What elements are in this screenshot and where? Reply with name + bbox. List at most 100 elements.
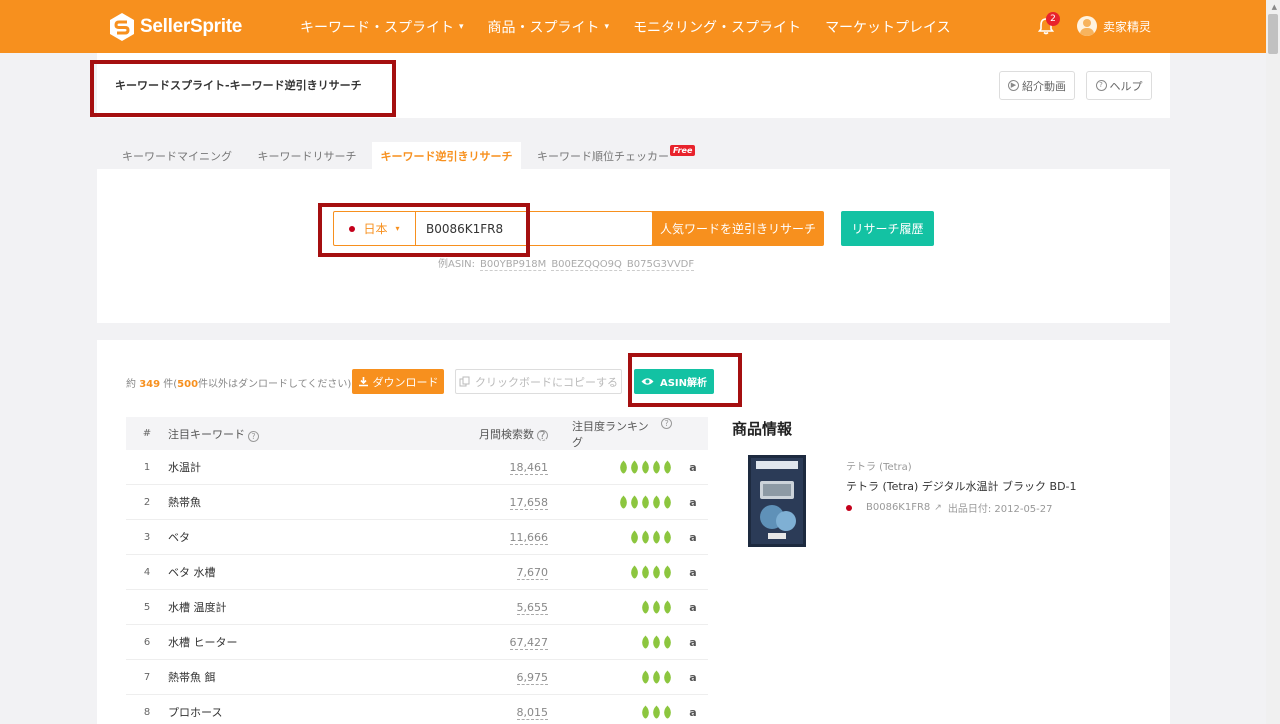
tab-keyword-mining[interactable]: キーワードマイニング — [112, 142, 242, 169]
nav-item-keyword-sprite[interactable]: キーワード・スプライト ▾ — [300, 17, 464, 37]
leaf-icon — [664, 565, 671, 579]
download-button[interactable]: ダウンロード — [352, 369, 444, 394]
example-asin-link[interactable]: B075G3VVDF — [626, 259, 695, 271]
help-circle-icon[interactable]: ? — [248, 430, 259, 442]
tab-reverse-asin[interactable]: キーワード逆引きリサーチ — [372, 142, 521, 169]
nav-item-monitoring-sprite[interactable]: モニタリング・スプライト — [633, 17, 801, 37]
tab-keyword-research[interactable]: キーワードリサーチ — [248, 142, 366, 169]
result-count: 約 349 件(500件以外はダンロードしてください) — [126, 375, 351, 390]
product-section-title: 商品情報 — [732, 420, 793, 438]
nav-item-product-sprite[interactable]: 商品・スプライト ▾ — [488, 17, 610, 37]
scrollbar-thumb[interactable] — [1268, 14, 1278, 54]
row-volume[interactable]: 5,655 — [516, 600, 548, 615]
example-asins: 例ASIN: B00YBP918M B00EZQQO9Q B075G3VVDF — [438, 255, 695, 271]
scrollbar[interactable]: ▲ — [1266, 0, 1280, 724]
page-title: キーワードスプライト-キーワード逆引きリサーチ — [115, 79, 362, 92]
row-keyword[interactable]: 熱帯魚 餌 — [168, 669, 418, 685]
leaf-icon — [620, 460, 627, 474]
row-volume[interactable]: 11,666 — [509, 530, 548, 545]
tab-rank-checker[interactable]: キーワード順位チェッカー — [527, 142, 679, 169]
col-rank-label: 注目度ランキング — [572, 419, 649, 449]
product-meta: B0086K1FR8 ↗ 出品日付: 2012-05-27 — [846, 500, 1053, 515]
logo-text: SellerSprite — [140, 16, 243, 37]
product-asin[interactable]: B0086K1FR8 — [866, 502, 930, 513]
japan-flag-icon — [349, 225, 356, 232]
row-keyword[interactable]: ベタ 水槽 — [168, 564, 418, 580]
col-rank-header[interactable]: 注目度ランキング? — [548, 417, 678, 450]
row-volume[interactable]: 6,975 — [516, 670, 548, 685]
row-keyword[interactable]: ベタ — [168, 529, 418, 545]
user-menu[interactable]: 卖家精灵 — [1077, 16, 1151, 36]
product-image[interactable] — [748, 455, 806, 547]
top-navigation-bar: SellerSprite キーワード・スプライト ▾ 商品・スプライト ▾ モニタリ… — [0, 0, 1280, 53]
results-card: 約 349 件(500件以外はダンロードしてください) ダウンロード クリックボ… — [97, 340, 1170, 724]
help-circle-icon[interactable]: ? — [537, 429, 548, 441]
row-volume[interactable]: 67,427 — [509, 635, 548, 650]
leaf-icon — [664, 600, 671, 614]
row-volume[interactable]: 17,658 — [509, 495, 548, 510]
row-volume-cell: 5,655 — [418, 600, 548, 615]
row-volume[interactable]: 7,670 — [516, 565, 548, 580]
row-keyword[interactable]: 水温計 — [168, 459, 418, 475]
intro-video-button[interactable]: ▶ 紹介動画 — [999, 71, 1075, 100]
row-volume[interactable]: 18,461 — [509, 460, 548, 475]
leaf-icon — [653, 705, 660, 719]
help-button[interactable]: ? ヘルプ — [1086, 71, 1152, 100]
amazon-icon[interactable]: a — [678, 496, 708, 509]
row-rank — [548, 565, 678, 579]
table-row: 2 熱帯魚 17,658 a — [126, 485, 708, 520]
table-header: # 注目キーワード? 月間検索数? 注目度ランキング? — [126, 417, 708, 450]
row-index: 4 — [143, 566, 151, 578]
product-name[interactable]: テトラ (Tetra) デジタル水温計 ブラック BD-1 — [846, 478, 1077, 494]
row-keyword[interactable]: プロホース — [168, 704, 418, 720]
examples-label: 例ASIN: — [438, 259, 475, 270]
help-label: ヘルプ — [1109, 79, 1143, 93]
marketplace-select[interactable]: 日本 ▾ — [334, 212, 416, 245]
example-asin-link[interactable]: B00EZQQO9Q — [551, 259, 622, 271]
reverse-search-button[interactable]: 人気ワードを逆引きリサーチ — [652, 211, 824, 246]
amazon-icon[interactable]: a — [678, 706, 708, 719]
copy-to-clipboard-button[interactable]: クリックボードにコピーする — [455, 369, 622, 394]
amazon-icon[interactable]: a — [678, 566, 708, 579]
sellersprite-logo[interactable]: SellerSprite — [108, 11, 242, 43]
scroll-up-arrow-icon[interactable]: ▲ — [1272, 3, 1277, 11]
row-index: 3 — [143, 531, 151, 543]
amazon-icon[interactable]: a — [678, 671, 708, 684]
search-history-button[interactable]: リサーチ履歴 — [841, 211, 934, 246]
amazon-icon[interactable]: a — [678, 461, 708, 474]
product-brand[interactable]: テトラ (Tetra) — [846, 458, 912, 473]
amazon-icon[interactable]: a — [678, 531, 708, 544]
row-index: 1 — [143, 461, 151, 473]
leaf-icon — [642, 565, 649, 579]
nav-label: キーワード・スプライト — [300, 19, 454, 36]
external-link-icon[interactable]: ↗ — [934, 503, 942, 513]
nav-item-marketplace[interactable]: マーケットプレイス — [825, 17, 951, 37]
row-keyword[interactable]: 水槽 温度計 — [168, 599, 418, 615]
row-index: 2 — [143, 496, 151, 508]
leaf-icon — [642, 495, 649, 509]
col-volume-header[interactable]: 月間検索数? — [418, 426, 548, 442]
row-rank — [548, 460, 678, 474]
amazon-icon[interactable]: a — [678, 636, 708, 649]
download-label: ダウンロード — [372, 375, 439, 389]
help-circle-icon[interactable]: ? — [661, 417, 672, 429]
col-index-header: # — [142, 428, 152, 439]
row-keyword[interactable]: 水槽 ヒーター — [168, 634, 418, 650]
leaf-icon — [631, 530, 638, 544]
asin-analysis-label: ASIN解析 — [659, 378, 708, 389]
notification-badge: 2 — [1046, 12, 1060, 26]
row-volume-cell: 8,015 — [418, 705, 548, 720]
marketplace-label: 日本 — [363, 222, 388, 236]
nav-label: モニタリング・スプライト — [633, 19, 802, 36]
asin-input[interactable] — [418, 214, 648, 243]
leaf-icon — [653, 460, 660, 474]
search-card: 日本 ▾ 人気ワードを逆引きリサーチ リサーチ履歴 例ASIN: B00YBP91… — [97, 169, 1170, 323]
download-icon — [358, 377, 368, 387]
row-volume[interactable]: 8,015 — [516, 705, 548, 720]
row-keyword[interactable]: 熱帯魚 — [168, 494, 418, 510]
free-badge: Free — [670, 145, 696, 156]
example-asin-link[interactable]: B00YBP918M — [480, 259, 547, 271]
amazon-icon[interactable]: a — [678, 601, 708, 614]
leaf-icon — [631, 495, 638, 509]
asin-analysis-button[interactable]: ASIN解析 — [634, 369, 714, 394]
